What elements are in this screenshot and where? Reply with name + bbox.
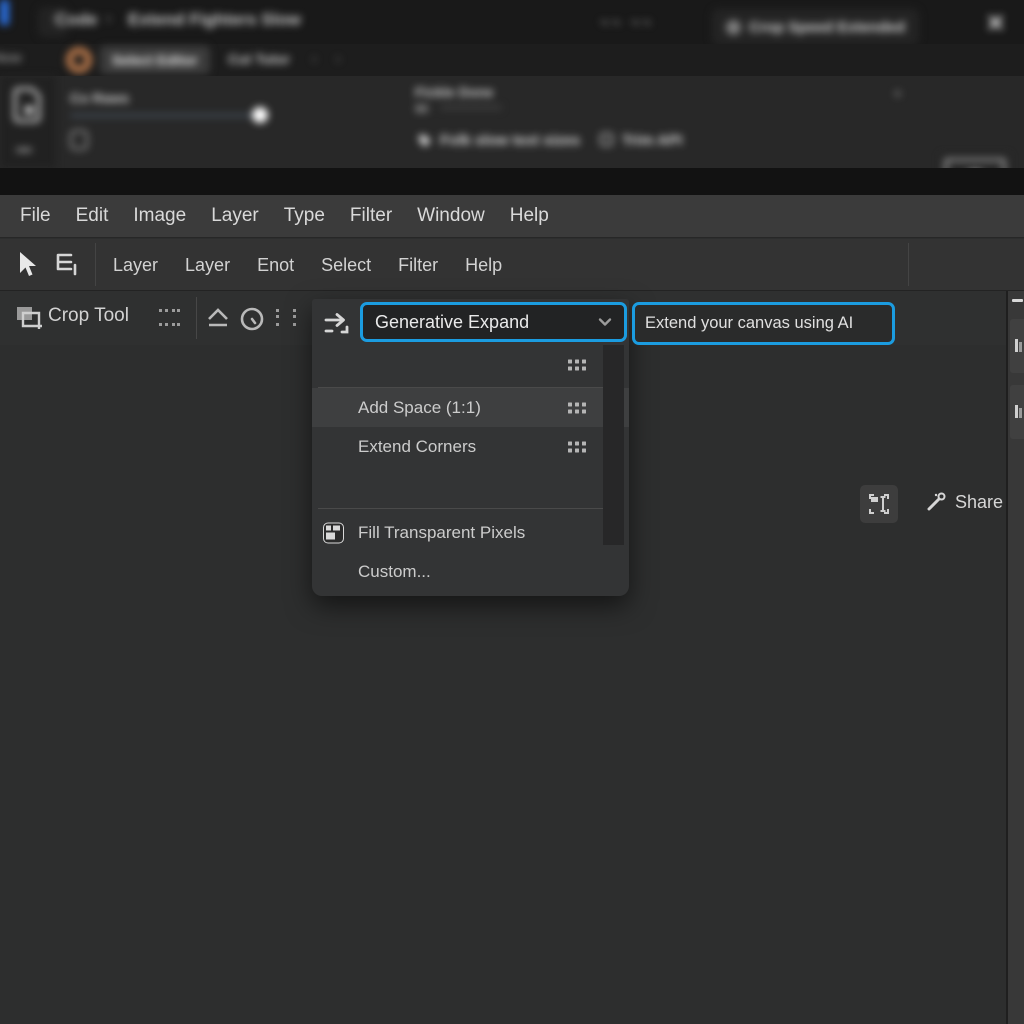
slider-handle[interactable] <box>252 107 268 123</box>
menu-filter[interactable]: Filter <box>350 205 392 227</box>
fit-canvas-button[interactable] <box>860 485 898 523</box>
toolbar-menu-select[interactable]: Select <box>321 255 371 276</box>
panel-tab-2[interactable] <box>1010 385 1024 439</box>
titlebar-meta: ¬¬ ¬¬ <box>600 14 654 29</box>
menu-edit[interactable]: Edit <box>76 205 109 227</box>
cursor-arrow-icon[interactable] <box>16 251 40 279</box>
generative-expand-select[interactable]: Generative Expand <box>360 302 627 342</box>
menu-item-fill-transparent[interactable]: Fill Transparent Pixels <box>312 513 629 552</box>
panel-tab-2-icon <box>1015 405 1018 418</box>
blurred-titlebar: Code › Extend Fighters Slow ¬¬ ¬¬ Crop S… <box>0 0 1024 44</box>
drag-grid-icon[interactable] <box>568 360 586 371</box>
chip2-icon <box>600 133 613 146</box>
menu-item-custom-label: Custom... <box>358 562 431 582</box>
tool-label: Crop Tool <box>48 305 129 327</box>
chevron-down-icon <box>596 313 614 331</box>
breadcrumb-title: Extend Fighters Slow <box>128 10 301 30</box>
chip2-label[interactable]: Trim API <box>622 132 682 149</box>
options-divider <box>196 297 197 339</box>
slider-label: Co Raws <box>70 90 129 106</box>
generative-expand-value: Generative Expand <box>375 312 529 333</box>
close-icon[interactable]: ✕ <box>986 10 1005 37</box>
menu-item-extend-corners-label: Extend Corners <box>358 437 476 457</box>
toolbar-menu-layer1[interactable]: Layer <box>113 255 158 276</box>
crop-tool-icon[interactable] <box>14 304 44 332</box>
corner-marks-icon[interactable] <box>274 307 298 331</box>
secondary-toolbar: Layer Layer Enot Select Filter Help Shar… <box>0 239 1024 291</box>
editor-tab-button[interactable]: Select Editor <box>100 46 210 74</box>
toolbar-menu-layer2[interactable]: Layer <box>185 255 230 276</box>
breadcrumb-app[interactable]: Code <box>55 10 98 30</box>
app-logo-icon <box>0 0 9 25</box>
menu-item-add-space[interactable]: Add Space (1:1) <box>312 388 629 427</box>
shield-icon[interactable] <box>70 130 88 150</box>
secondary-tab-label[interactable]: Cut Tutor <box>228 51 290 67</box>
document-icon <box>13 86 43 124</box>
menu-divider-2 <box>318 508 603 509</box>
panel-tab-2-icon-2 <box>1019 408 1022 418</box>
blurred-progress-strip: MOTES <box>0 168 1024 195</box>
status-pill-label: Crop Speed Extended <box>749 19 905 36</box>
panel-tab-1-icon <box>1015 339 1018 352</box>
chip1-label[interactable]: Folk slow text sizes <box>440 132 580 149</box>
aspect-ratio-dropdown-panel: Add Space (1:1) Extend Corners Fill Tran… <box>312 299 629 596</box>
share-button[interactable]: Share <box>925 491 1003 513</box>
menu-item-custom[interactable]: Custom... <box>312 552 629 591</box>
plus-icon[interactable]: + <box>893 86 902 104</box>
breadcrumb-separator: › <box>106 10 111 28</box>
menu-item-fill-transparent-label: Fill Transparent Pixels <box>358 523 525 543</box>
menu-item-add-space-label: Add Space (1:1) <box>358 398 481 418</box>
dropdown-scrollbar[interactable] <box>603 345 624 545</box>
paragraph-text-icon[interactable] <box>54 252 82 278</box>
right-panel-strip <box>1006 291 1024 1024</box>
menu-item-extend-corners[interactable]: Extend Corners <box>312 427 629 466</box>
timer-circle-icon[interactable] <box>238 305 266 333</box>
record-ring-icon <box>66 47 92 73</box>
menu-type[interactable]: Type <box>284 205 325 227</box>
card-value: 90 <box>415 102 428 116</box>
expand-arrow-icon[interactable] <box>323 310 351 338</box>
menu-help[interactable]: Help <box>510 205 549 227</box>
slider-track[interactable] <box>70 114 262 117</box>
panel-left-column <box>0 76 56 168</box>
menu-item-blank[interactable] <box>312 345 629 385</box>
panel-tab-1[interactable] <box>1010 319 1024 373</box>
drag-grid-icon[interactable] <box>568 441 586 452</box>
card-value-bar <box>440 105 502 110</box>
toolbar-menu-filter[interactable]: Filter <box>398 255 438 276</box>
blurred-tabs-row: Now Select Editor Cut Tutor ‹ › <box>0 44 1024 76</box>
straighten-icon[interactable] <box>205 306 231 332</box>
left-column-caption <box>16 148 32 152</box>
card-title: Fickle Done <box>415 84 494 100</box>
share-label: Share <box>955 492 1003 513</box>
overlay-grid-icon[interactable] <box>157 307 181 331</box>
editor-tab-label: Select Editor <box>112 52 198 68</box>
collapse-dash-icon[interactable] <box>1012 299 1023 302</box>
status-pill[interactable]: Crop Speed Extended <box>712 9 919 45</box>
toolbar-menu-enot[interactable]: Enot <box>257 255 294 276</box>
ai-tooltip-text: Extend your canvas using AI <box>645 314 853 333</box>
toolbar-menu-help[interactable]: Help <box>465 255 502 276</box>
menu-image[interactable]: Image <box>133 205 186 227</box>
toolbar-divider-2 <box>908 243 909 286</box>
menu-bar: File Edit Image Layer Type Filter Window… <box>0 195 1024 238</box>
status-pill-icon <box>726 20 741 35</box>
blurred-header-region: Code › Extend Fighters Slow ¬¬ ¬¬ Crop S… <box>0 0 1024 195</box>
share-icon <box>925 491 947 513</box>
ai-tooltip: Extend your canvas using AI <box>632 302 895 345</box>
tag-icon <box>417 133 433 149</box>
panel-tab-1-icon-2 <box>1019 342 1022 352</box>
toolbar-menu: Layer Layer Enot Select Filter Help <box>113 239 502 291</box>
menu-file[interactable]: File <box>20 205 51 227</box>
fill-transparent-icon <box>323 522 344 543</box>
menu-window[interactable]: Window <box>417 205 485 227</box>
fit-canvas-icon <box>867 492 891 516</box>
menu-layer[interactable]: Layer <box>211 205 259 227</box>
photoshop-window: Code › Extend Fighters Slow ¬¬ ¬¬ Crop S… <box>0 0 1024 1024</box>
blurred-settings-panel: Co Raws Fickle Done 90 + Folk slow text … <box>0 76 1024 168</box>
toolbar-divider <box>95 243 96 286</box>
nav-arrows[interactable]: ‹ › <box>312 51 348 66</box>
edge-label: Now <box>0 50 21 65</box>
drag-grid-icon[interactable] <box>568 402 586 413</box>
